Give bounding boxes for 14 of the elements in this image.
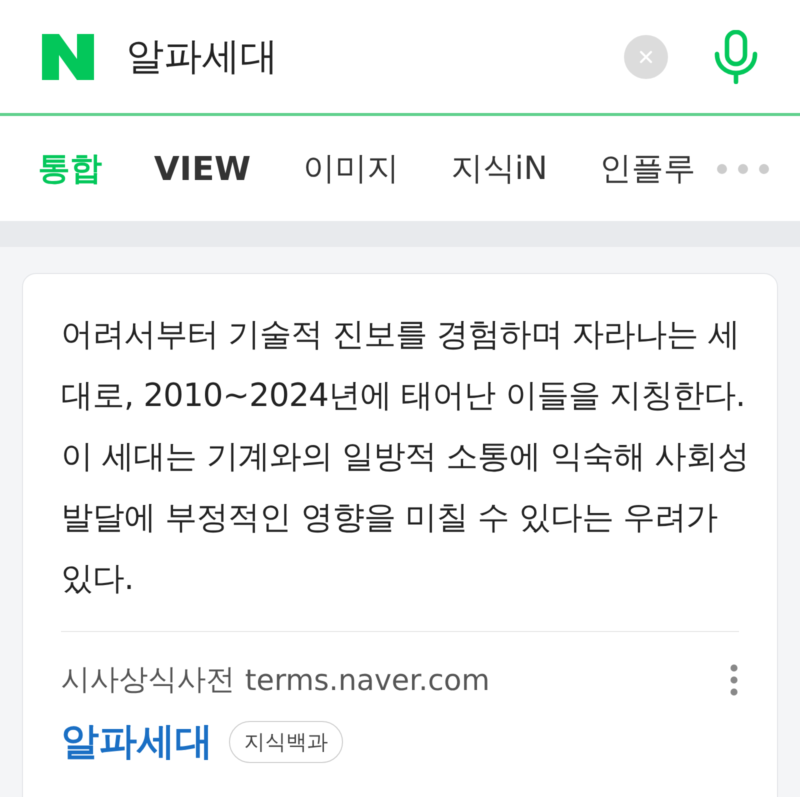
more-options-icon[interactable] (729, 664, 739, 696)
microphone-icon[interactable] (712, 30, 760, 84)
search-tab[interactable]: VIEW (154, 149, 251, 188)
more-icon[interactable] (716, 162, 770, 174)
search-tab[interactable]: 이미지 (302, 146, 399, 190)
search-tab[interactable]: 지식iN (450, 146, 548, 190)
source-name: 시사상식사전 (61, 661, 235, 698)
description-text: 어려서부터 기술적 진보를 경험하며 자라나는 세대로, 2010~2024년에 태어난 이들을 지칭한다. 이 세대는 기계와의 일방적 소통에 익숙해 사회성 발달에 부정적인 영향을 미칠 수 있다는 우려가 있다. (61, 314, 750, 599)
source-url[interactable]: terms.naver.com (245, 663, 719, 697)
logo-icon[interactable] (42, 34, 94, 80)
result-title-link[interactable]: 알파세대 (61, 716, 213, 767)
category-tag: 지식백과 (229, 720, 343, 762)
search-tab[interactable]: 인플루 (600, 146, 696, 190)
clear-icon[interactable] (624, 34, 668, 78)
